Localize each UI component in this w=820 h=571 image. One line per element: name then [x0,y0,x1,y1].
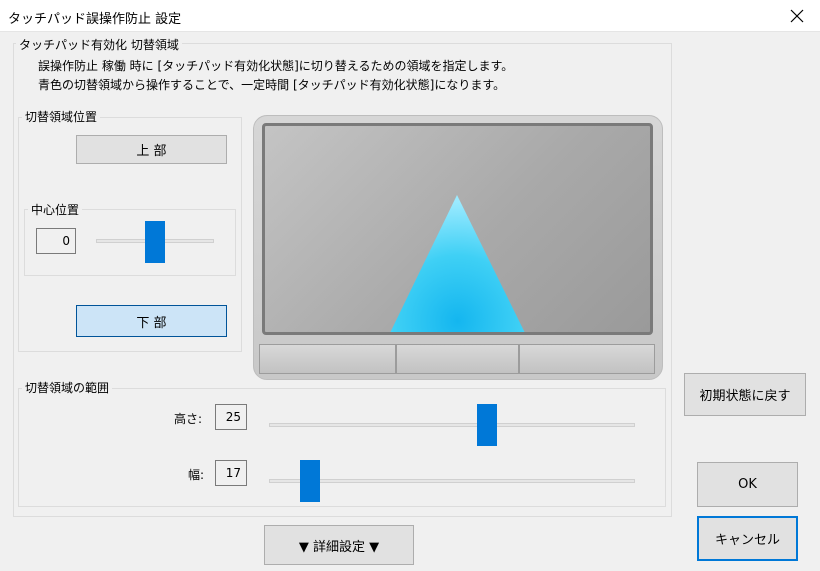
range-group-label: 切替領域の範囲 [22,379,113,396]
range-group-box [18,388,666,507]
touchpad-right-button [519,344,655,374]
height-slider-track[interactable] [269,423,635,427]
description-line-2: 青色の切替領域から操作することで、一定時間 [タッチパッド有効化状態]になります… [38,78,506,92]
height-label: 高さ: [174,412,203,426]
height-slider-thumb[interactable] [476,404,497,446]
switch-region-triangle [390,195,525,332]
width-slider-thumb[interactable] [300,460,321,502]
advanced-settings-button[interactable]: ▼ 詳細設定 ▼ [264,525,414,565]
touchpad-left-button [259,344,396,374]
center-position-label: 中心位置 [28,201,83,218]
main-group-label: タッチパッド有効化 切替領域 [16,36,182,53]
touchpad-preview-surface [262,123,653,335]
description-line-1: 誤操作防止 稼働 時に [タッチパッド有効化状態]に切り替えるための領域を指定し… [38,59,514,73]
center-position-slider-thumb[interactable] [145,221,165,263]
close-button[interactable] [774,0,820,32]
top-position-button[interactable]: 上 部 [76,135,227,164]
width-value: 17 [215,460,247,486]
bottom-position-button[interactable]: 下 部 [76,305,227,337]
cancel-button[interactable]: キャンセル [697,516,798,561]
title-bar: タッチパッド誤操作防止 設定 [0,0,820,32]
height-value: 25 [215,404,247,430]
center-position-value: 0 [36,228,76,254]
position-group-label: 切替領域位置 [22,108,101,125]
width-label: 幅: [188,468,205,482]
ok-button[interactable]: OK [697,462,798,507]
window-title: タッチパッド誤操作防止 設定 [8,12,182,27]
touchpad-middle-button [396,344,519,374]
width-slider-track[interactable] [269,479,635,483]
reset-defaults-button[interactable]: 初期状態に戻す [684,373,806,416]
close-icon [790,9,804,23]
